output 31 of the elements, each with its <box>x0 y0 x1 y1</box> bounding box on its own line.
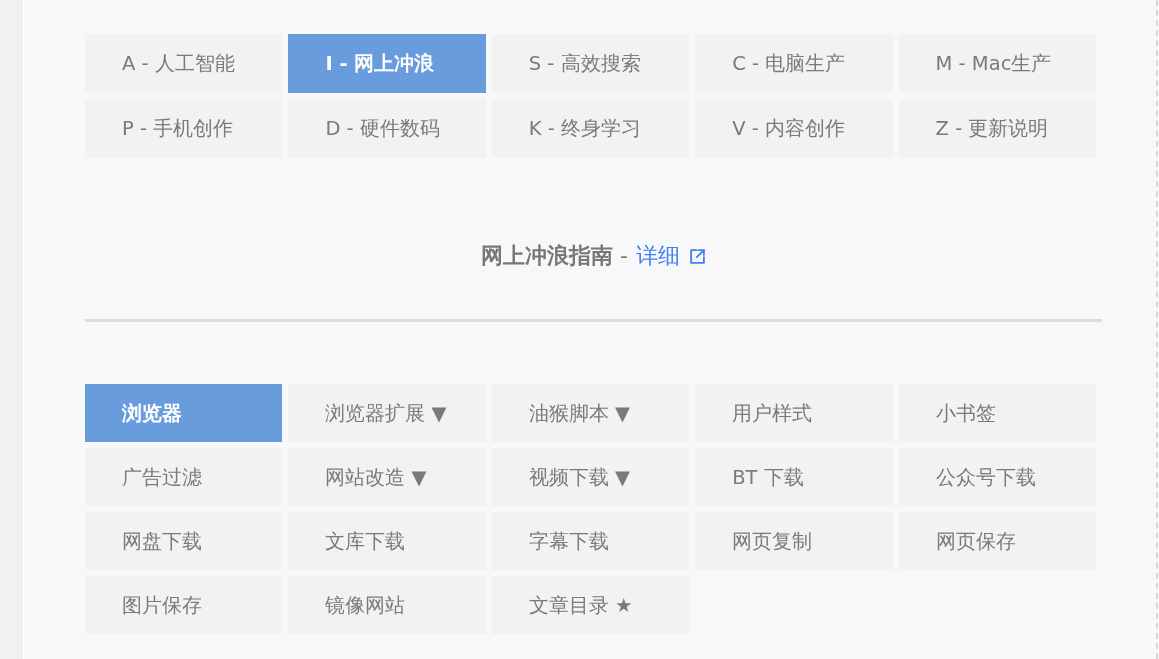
subcategory-tab[interactable]: 网页复制 <box>695 512 893 570</box>
subcategory-tab[interactable]: 网站改造 ▼ <box>288 448 486 506</box>
subcategory-tab[interactable]: 小书签 <box>898 384 1096 442</box>
subcategory-tab[interactable]: 视频下载 ▼ <box>491 448 690 506</box>
category-tab[interactable]: I - 网上冲浪 <box>288 34 486 93</box>
category-tab[interactable]: S - 高效搜索 <box>491 34 690 93</box>
subcategory-tab[interactable]: 字幕下载 <box>491 512 690 570</box>
category-tab[interactable]: M - Mac生产 <box>898 34 1096 93</box>
category-tab[interactable]: D - 硬件数码 <box>288 99 486 158</box>
category-tab[interactable]: C - 电脑生产 <box>695 34 893 93</box>
subcategory-tab[interactable]: 网页保存 <box>898 512 1096 570</box>
subcategory-tab[interactable]: 图片保存 <box>85 576 283 634</box>
details-link[interactable]: 详细 <box>635 241 706 271</box>
subcategory-tab[interactable]: BT 下载 <box>695 448 893 506</box>
subcategory-tab[interactable]: 文库下载 <box>288 512 486 570</box>
subcategory-tab[interactable]: 浏览器扩展 ▼ <box>288 384 486 442</box>
category-tab[interactable]: P - 手机创作 <box>85 99 283 158</box>
subcategory-tab[interactable]: 网盘下载 <box>85 512 283 570</box>
subcategory-tab[interactable]: 镜像网站 <box>288 576 486 634</box>
category-tab[interactable]: V - 内容创作 <box>695 99 893 158</box>
category-tab[interactable]: A - 人工智能 <box>85 34 283 93</box>
external-link-icon <box>688 247 706 265</box>
category-tab[interactable]: K - 终身学习 <box>491 99 690 158</box>
section-title: 网上冲浪指南 - <box>481 242 628 270</box>
subcategory-tab[interactable]: 广告过滤 <box>85 448 283 506</box>
category-tab[interactable]: Z - 更新说明 <box>898 99 1096 158</box>
subcategory-tab[interactable]: 浏览器 <box>85 384 283 442</box>
subcategory-tab[interactable]: 用户样式 <box>695 384 893 442</box>
subcategory-tab[interactable]: 油猴脚本 ▼ <box>491 384 690 442</box>
subcategory-tab[interactable]: 公众号下载 <box>898 448 1096 506</box>
subcategory-tab[interactable]: 文章目录 ★ <box>491 576 690 634</box>
